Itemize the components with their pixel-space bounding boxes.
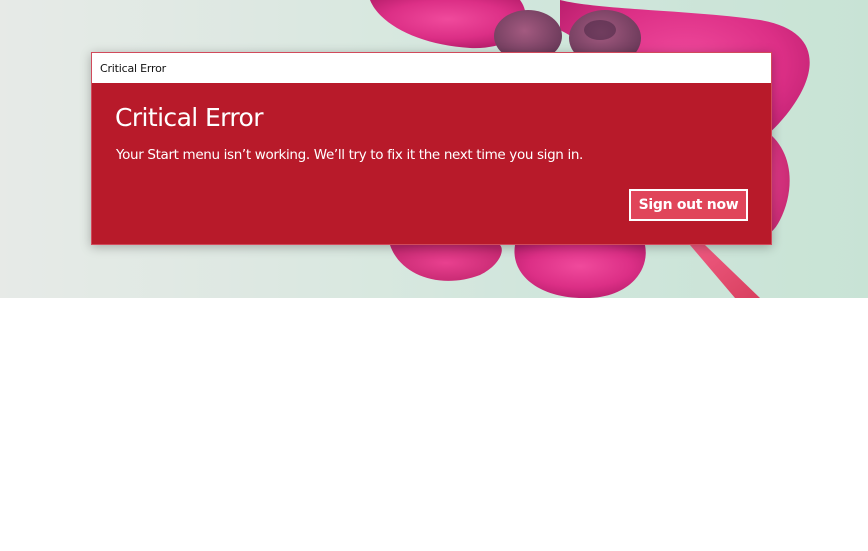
critical-error-dialog: Critical Error Critical Error Your Start… <box>91 52 772 245</box>
dialog-body: Critical Error Your Start menu isn’t wor… <box>92 83 771 244</box>
desktop-wallpaper: Critical Error Critical Error Your Start… <box>0 0 868 298</box>
dialog-titlebar[interactable]: Critical Error <box>92 53 771 83</box>
window-title: Critical Error <box>100 61 166 75</box>
dialog-heading: Critical Error <box>115 103 264 132</box>
sign-out-now-button[interactable]: Sign out now <box>629 189 748 221</box>
blank-area <box>0 298 868 551</box>
dialog-message: Your Start menu isn’t working. We’ll try… <box>116 147 584 163</box>
